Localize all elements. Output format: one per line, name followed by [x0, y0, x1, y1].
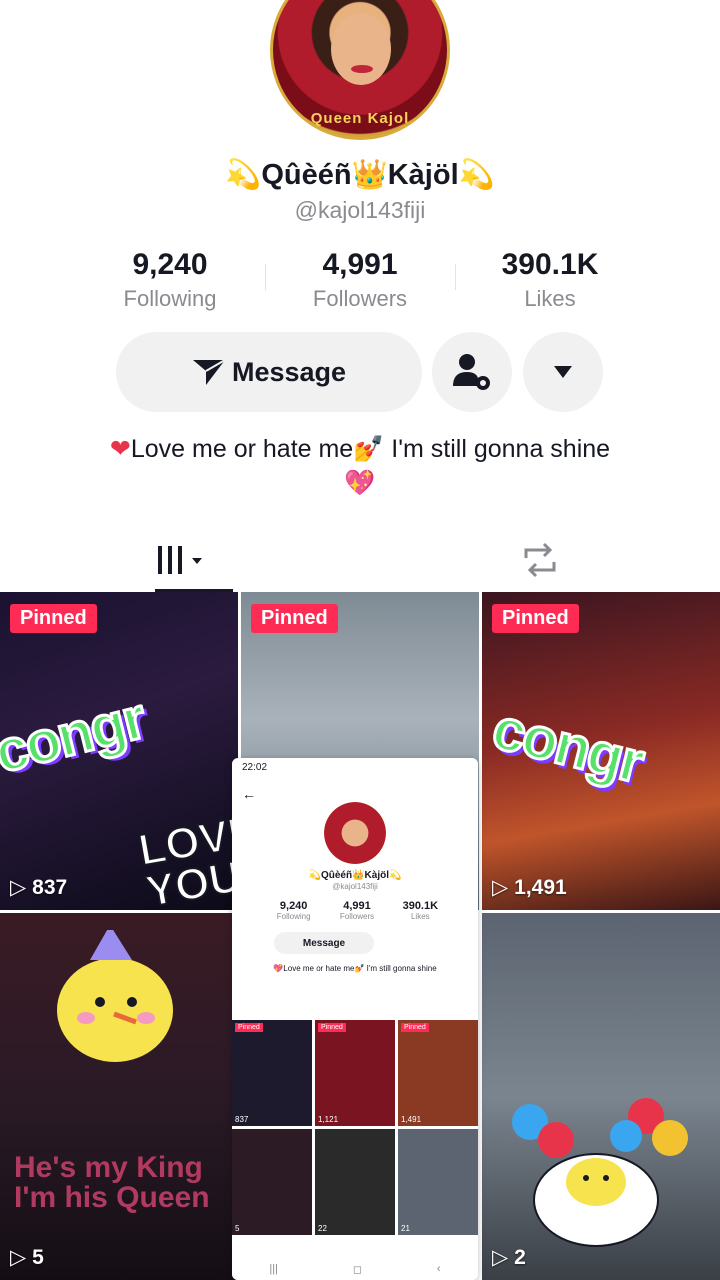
mini-thumbnail: 22 [315, 1129, 395, 1235]
view-count-value: 5 [32, 1245, 44, 1269]
stat-following[interactable]: 9,240 Following [75, 248, 265, 318]
grid-icon [158, 546, 202, 574]
message-button[interactable]: Message [116, 332, 422, 412]
stat-value: 390.1K [501, 248, 599, 281]
mini-view-count: 5 [235, 1224, 240, 1233]
bio: ❤Love me or hate me💅 I'm still gonna shi… [60, 432, 660, 500]
recent-apps-icon: ||| [269, 1263, 278, 1275]
back-icon: ‹ [436, 1263, 441, 1275]
home-icon: ◻ [352, 1263, 362, 1276]
party-chick-sticker [57, 930, 173, 1062]
mini-nav-bar: ||| ◻ ‹ [232, 1258, 478, 1280]
mini-pinned-badge: Pinned [401, 1023, 429, 1032]
mini-thumbnail: 21 [398, 1129, 478, 1235]
mini-stat: 390.1K Likes [389, 900, 452, 921]
send-icon [192, 359, 226, 385]
tab-reposts[interactable] [360, 528, 720, 592]
mini-thumbnail: Pinned 1,121 [315, 1020, 395, 1126]
stat-likes[interactable]: 390.1K Likes [455, 248, 645, 318]
mini-pinned-badge: Pinned [318, 1023, 346, 1032]
message-button-label: Message [231, 356, 347, 387]
view-count: ▷ 837 [10, 875, 67, 900]
mini-thumbnail: 5 [232, 1129, 312, 1235]
stat-value: 9,240 [132, 248, 208, 281]
mini-view-count: 1,491 [401, 1115, 422, 1124]
mini-pinned-badge: Pinned [235, 1023, 263, 1032]
stat-label: Likes [524, 286, 576, 311]
play-icon: ▷ [10, 1246, 27, 1269]
play-icon: ▷ [492, 876, 509, 899]
stat-followers[interactable]: 4,991 Followers [265, 248, 455, 318]
mini-view-count: 837 [235, 1115, 249, 1124]
profile-stats: 9,240 Following 4,991 Followers 390.1K L… [75, 248, 645, 318]
repost-icon [524, 542, 556, 578]
mini-video-grid: Pinned 837 Pinned 1,121 Pinned 1,491 5 2… [232, 1020, 478, 1260]
pinned-badge: Pinned [251, 604, 338, 633]
mini-avatar [324, 802, 386, 864]
profile-tabs [0, 528, 720, 592]
stat-label: Following [123, 286, 217, 311]
view-count: ▷ 5 [10, 1245, 44, 1270]
mini-stat-label: Followers [339, 912, 375, 921]
more-options-button[interactable] [523, 332, 603, 412]
mini-stat-value: 390.1K [402, 900, 439, 912]
mini-message-button: Message [274, 932, 374, 954]
mini-stat: 4,991 Followers [325, 900, 388, 921]
username-handle: @kajol143fiji [294, 197, 426, 223]
caret-down-icon [554, 366, 572, 378]
mini-thumbnail: Pinned 837 [232, 1020, 312, 1126]
display-name: 💫Qûèéñ👑Kàjöl💫 [225, 159, 495, 191]
mini-thumbnail: Pinned 1,491 [398, 1020, 478, 1126]
mini-time: 22:02 [242, 762, 268, 773]
mini-stats: 9,240 Following 4,991 Followers 390.1K Like… [262, 900, 452, 921]
embedded-screenshot: 22:02 ← 💫Qûèéñ👑Kàjöl💫 @kajol143fiji 9,24… [232, 758, 478, 1280]
tab-videos[interactable] [0, 528, 360, 592]
thumbnail-caption: He's my King I'm his Queen [14, 1151, 210, 1214]
congrats-sticker-text: congr [485, 694, 650, 797]
mini-view-count: 22 [318, 1224, 327, 1233]
mini-display-name: 💫Qûèéñ👑Kàjöl💫 [308, 870, 402, 881]
mini-handle: @kajol143fiji [332, 882, 378, 891]
play-icon: ▷ [10, 876, 27, 899]
back-arrow-icon: ← [242, 786, 256, 802]
mini-stat: 9,240 Following [262, 900, 325, 921]
view-count-value: 1,491 [514, 875, 567, 899]
person-settings-icon [453, 354, 490, 390]
mini-view-count: 21 [401, 1224, 410, 1233]
bio-text: Love me or hate me💅 I'm still gonna shin… [130, 435, 611, 463]
avatar-lips [351, 65, 373, 73]
pinned-badge: Pinned [492, 604, 579, 633]
bio-emoji: 💖 [344, 469, 376, 497]
view-count-value: 837 [32, 875, 68, 899]
congrats-sticker-text: congr [0, 684, 152, 787]
add-friend-button[interactable] [432, 332, 512, 412]
mini-view-count: 1,121 [318, 1115, 339, 1124]
mini-status-bar: 22:02 [232, 758, 478, 780]
balloon-sticker [512, 1098, 688, 1247]
stat-value: 4,991 [322, 248, 398, 281]
mini-bio: 💖Love me or hate me💅 I'm still gonna shi… [273, 964, 437, 973]
video-thumbnail[interactable]: Pinned congr ▷ 1,491 [482, 592, 720, 910]
mini-stat-label: Likes [410, 912, 430, 921]
mini-stat-value: 4,991 [343, 900, 371, 912]
avatar-caption: Queen Kajol [310, 110, 410, 127]
stat-label: Followers [312, 286, 408, 311]
avatar-face [331, 13, 391, 85]
mini-stat-value: 9,240 [279, 900, 308, 912]
profile-avatar[interactable]: Queen Kajol [270, 0, 450, 140]
pinned-badge: Pinned [10, 604, 97, 633]
mini-stat-label: Following [276, 912, 311, 921]
heart-icon: ❤ [109, 435, 131, 463]
view-count: ▷ 1,491 [492, 875, 567, 900]
